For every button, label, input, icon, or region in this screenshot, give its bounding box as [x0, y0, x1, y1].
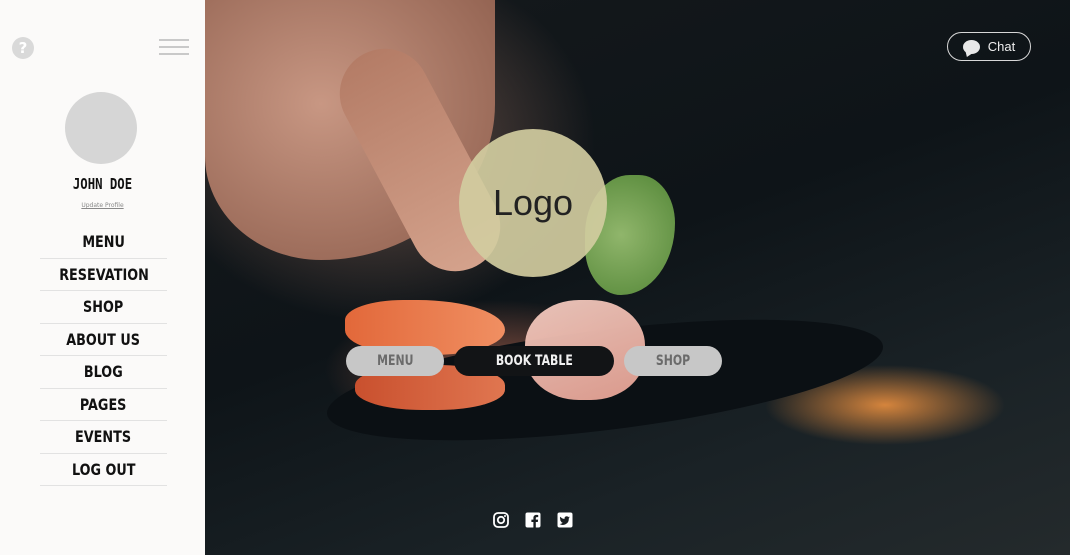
sidebar-item-menu[interactable]: MENU	[40, 226, 167, 259]
sidebar-item-label: RESEVATION	[58, 264, 149, 284]
sidebar-item-shop[interactable]: SHOP	[40, 291, 167, 324]
sidebar-item-blog[interactable]: BLOG	[40, 356, 167, 389]
sidebar: ? JOHN DOE Update Profile MENU RESEVATIO…	[0, 0, 205, 555]
book-table-button[interactable]: BOOK TABLE	[454, 346, 614, 376]
speech-bubble-icon	[962, 39, 980, 54]
twitter-icon[interactable]	[557, 512, 573, 528]
sidebar-item-label: MENU	[82, 232, 125, 252]
sidebar-item-events[interactable]: EVENTS	[40, 421, 167, 454]
chat-button[interactable]: Chat	[947, 32, 1031, 61]
shop-button-label: SHOP	[655, 353, 691, 369]
chat-label: Chat	[987, 39, 1016, 54]
sidebar-item-pages[interactable]: PAGES	[40, 389, 167, 421]
menu-button[interactable]: MENU	[346, 346, 444, 376]
hero-background-image: Chat Logo MENU BOOK TABLE SHOP	[205, 0, 1070, 555]
facebook-icon[interactable]	[525, 512, 541, 528]
update-profile-link[interactable]: Update Profile	[0, 202, 205, 209]
sidebar-item-label: SHOP	[83, 297, 124, 317]
sidebar-item-label: ABOUT US	[66, 329, 141, 349]
sidebar-item-label: EVENTS	[75, 427, 132, 447]
sidebar-item-reservation[interactable]: RESEVATION	[40, 259, 167, 291]
sidebar-item-label: PAGES	[80, 394, 127, 414]
sidebar-nav: MENU RESEVATION SHOP ABOUT US BLOG PAGES…	[40, 226, 167, 486]
shop-button[interactable]: SHOP	[624, 346, 722, 376]
sidebar-item-label: BLOG	[84, 362, 123, 382]
avatar[interactable]	[65, 92, 137, 164]
book-table-button-label: BOOK TABLE	[495, 353, 573, 369]
logo-text: Logo	[492, 182, 574, 223]
sidebar-item-log-out[interactable]: LOG OUT	[40, 454, 167, 486]
help-icon[interactable]: ?	[12, 37, 34, 59]
instagram-icon[interactable]	[493, 512, 509, 528]
sidebar-item-about-us[interactable]: ABOUT US	[40, 324, 167, 356]
logo: Logo	[459, 129, 607, 277]
user-name: JOHN DOE	[72, 175, 133, 193]
hamburger-menu-icon[interactable]	[159, 39, 189, 57]
menu-button-label: MENU	[376, 353, 414, 369]
sidebar-item-label: LOG OUT	[71, 459, 136, 479]
